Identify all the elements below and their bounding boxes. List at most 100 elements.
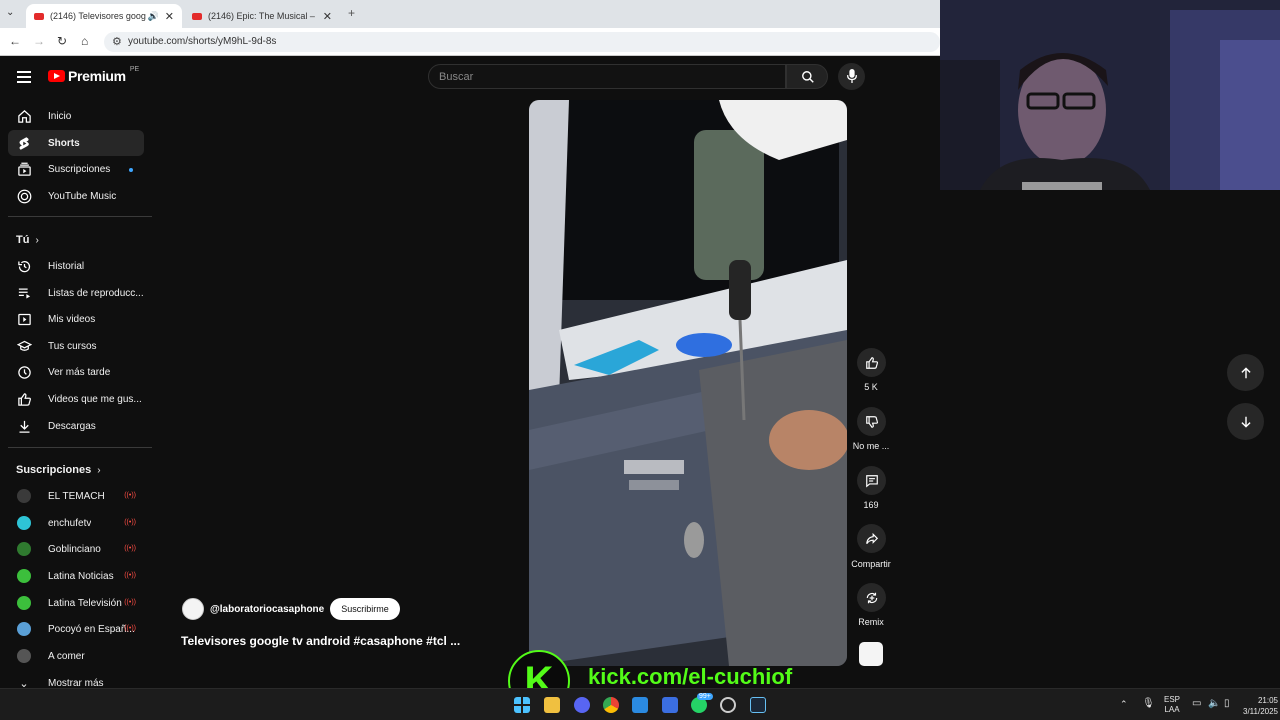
sidebar-item-channel[interactable]: Latina Televisión ((•)) xyxy=(8,590,144,616)
subscribe-button[interactable]: Suscribirme xyxy=(330,598,400,620)
webcam-overlay xyxy=(940,0,1280,190)
chrome-icon[interactable] xyxy=(603,697,619,713)
tab-close-icon[interactable]: ✕ xyxy=(165,10,174,23)
my-videos-icon xyxy=(16,311,32,327)
obs-icon[interactable] xyxy=(720,697,736,713)
previous-short-button[interactable] xyxy=(1227,354,1264,391)
next-short-button[interactable] xyxy=(1227,403,1264,440)
reload-icon[interactable]: ↻ xyxy=(57,34,67,48)
tab-televisores[interactable]: (2146) Televisores google tv 🔊 ✕ xyxy=(26,4,182,28)
search-box xyxy=(428,64,786,89)
search-button[interactable] xyxy=(786,64,828,89)
channel-avatar[interactable] xyxy=(182,598,204,620)
channel-avatar xyxy=(17,649,31,663)
tab-list-icon[interactable]: ⌄ xyxy=(6,7,14,18)
arrow-up-icon xyxy=(1240,366,1251,378)
short-title[interactable]: Televisores google tv android #casaphone… xyxy=(181,634,460,648)
sidebar-item-liked-videos[interactable]: Videos que me gus... xyxy=(8,386,144,412)
shorts-icon xyxy=(16,135,32,151)
steam-icon[interactable] xyxy=(750,697,766,713)
dislike-button[interactable] xyxy=(857,407,886,436)
back-icon[interactable]: ← xyxy=(9,34,21,48)
youtube-logo-icon xyxy=(48,70,65,82)
search-input[interactable] xyxy=(439,71,759,83)
share-label: Compartir xyxy=(851,559,891,569)
sidebar-item-shorts[interactable]: Shorts xyxy=(8,130,144,156)
subscriptions-icon xyxy=(16,161,32,177)
sidebar-item-descargas[interactable]: Descargas xyxy=(8,413,144,439)
channel-avatar xyxy=(17,542,31,556)
music-icon xyxy=(16,188,32,204)
microphone-tray-icon[interactable]: 🎙 xyxy=(1142,698,1155,709)
app-icon[interactable] xyxy=(662,697,678,713)
clock[interactable]: 21:05 3/11/2025 xyxy=(1226,695,1278,717)
tab-epic-musical[interactable]: (2146) Epic: The Musical – La Es ✕ xyxy=(184,4,340,28)
like-icon xyxy=(16,391,32,407)
browser-tab-bar: ⌄ (2146) Televisores google tv 🔊 ✕ (2146… xyxy=(0,0,940,28)
chevron-right-icon: › xyxy=(97,464,101,476)
youtube-masthead: Premium PE xyxy=(0,58,940,98)
dislike-icon xyxy=(865,415,878,428)
language-indicator[interactable]: ESP LAA xyxy=(1160,695,1184,715)
kick-url: kick.com/el-cuchiof xyxy=(588,664,793,689)
history-icon xyxy=(16,258,32,274)
sidebar-item-ver-mas-tarde[interactable]: Ver más tarde xyxy=(8,359,144,385)
browser-toolbar: ← → ↻ ⌂ ⚙ youtube.com/shorts/yM9hL-9d-8s xyxy=(0,28,940,56)
short-video-player[interactable] xyxy=(529,100,847,666)
file-explorer-icon[interactable] xyxy=(544,697,560,713)
sidebar-item-playlists[interactable]: Listas de reproducc... xyxy=(8,280,144,306)
comments-button[interactable] xyxy=(857,466,886,495)
live-icon: ((•)) xyxy=(124,625,136,632)
courses-icon xyxy=(16,338,32,354)
share-button[interactable] xyxy=(857,524,886,553)
voice-search-button[interactable] xyxy=(838,63,865,90)
comment-icon xyxy=(865,474,878,487)
menu-icon[interactable] xyxy=(17,71,31,83)
like-button[interactable] xyxy=(857,348,886,377)
sidebar-item-channel[interactable]: A comer xyxy=(8,643,144,669)
sidebar-item-mis-videos[interactable]: Mis videos xyxy=(8,306,144,332)
home-icon xyxy=(16,108,32,124)
discord-icon[interactable] xyxy=(574,697,590,713)
like-icon xyxy=(865,356,878,369)
volume-icon[interactable]: 🔈 xyxy=(1208,698,1220,709)
network-icon[interactable]: ▭ xyxy=(1192,698,1201,709)
sidebar-item-historial[interactable]: Historial xyxy=(8,253,144,279)
tray-expand-icon[interactable]: ⌃ xyxy=(1120,699,1128,710)
channel-avatar xyxy=(17,569,31,583)
sidebar-item-inicio[interactable]: Inicio xyxy=(8,103,144,129)
vscode-icon[interactable] xyxy=(632,697,648,713)
like-count: 5 K xyxy=(864,382,878,392)
video-frame-image xyxy=(529,100,847,666)
forward-icon[interactable]: → xyxy=(33,34,45,48)
tab-close-icon[interactable]: ✕ xyxy=(323,10,332,23)
address-bar[interactable]: ⚙ youtube.com/shorts/yM9hL-9d-8s xyxy=(104,32,940,52)
windows-taskbar: 99+ ⌃ 🎙 ESP LAA ▭ 🔈 ▯ 21:05 3/11/2025 xyxy=(0,688,1280,720)
watch-later-icon xyxy=(16,364,32,380)
youtube-premium-logo[interactable]: Premium PE xyxy=(48,66,139,84)
sidebar-item-channel[interactable]: Pocoyó en Españ... ((•)) xyxy=(8,616,144,642)
windows-start-icon[interactable] xyxy=(514,697,530,713)
microphone-icon xyxy=(846,69,858,83)
dislike-label: No me ... xyxy=(852,441,890,451)
speaker-icon[interactable]: 🔊 xyxy=(148,11,159,22)
short-channel-info: @laboratoriocasaphone Suscribirme xyxy=(182,598,400,620)
home-icon[interactable]: ⌂ xyxy=(81,34,88,48)
channel-avatar xyxy=(17,489,31,503)
webcam-person-image xyxy=(940,0,1280,190)
sidebar-item-tus-cursos[interactable]: Tus cursos xyxy=(8,333,144,359)
remix-button[interactable] xyxy=(857,583,886,612)
sidebar-item-channel[interactable]: Latina Noticias ((•)) xyxy=(8,563,144,589)
sidebar-item-channel[interactable]: EL TEMACH ((•)) xyxy=(8,483,144,509)
site-info-icon[interactable]: ⚙ xyxy=(112,35,122,48)
sidebar-you-heading[interactable]: Tú › xyxy=(16,234,39,246)
sound-thumbnail[interactable] xyxy=(859,642,883,666)
sidebar-item-youtube-music[interactable]: YouTube Music xyxy=(8,183,144,209)
sidebar-subscriptions-heading[interactable]: Suscripciones › xyxy=(16,464,101,476)
new-tab-icon[interactable]: + xyxy=(348,6,355,20)
sidebar-item-suscripciones[interactable]: Suscripciones xyxy=(8,156,144,182)
sidebar-item-channel[interactable]: Goblinciano ((•)) xyxy=(8,536,144,562)
sidebar-item-channel[interactable]: enchufetv ((•)) xyxy=(8,510,144,536)
live-icon: ((•)) xyxy=(124,572,136,579)
arrow-down-icon xyxy=(1240,416,1251,428)
